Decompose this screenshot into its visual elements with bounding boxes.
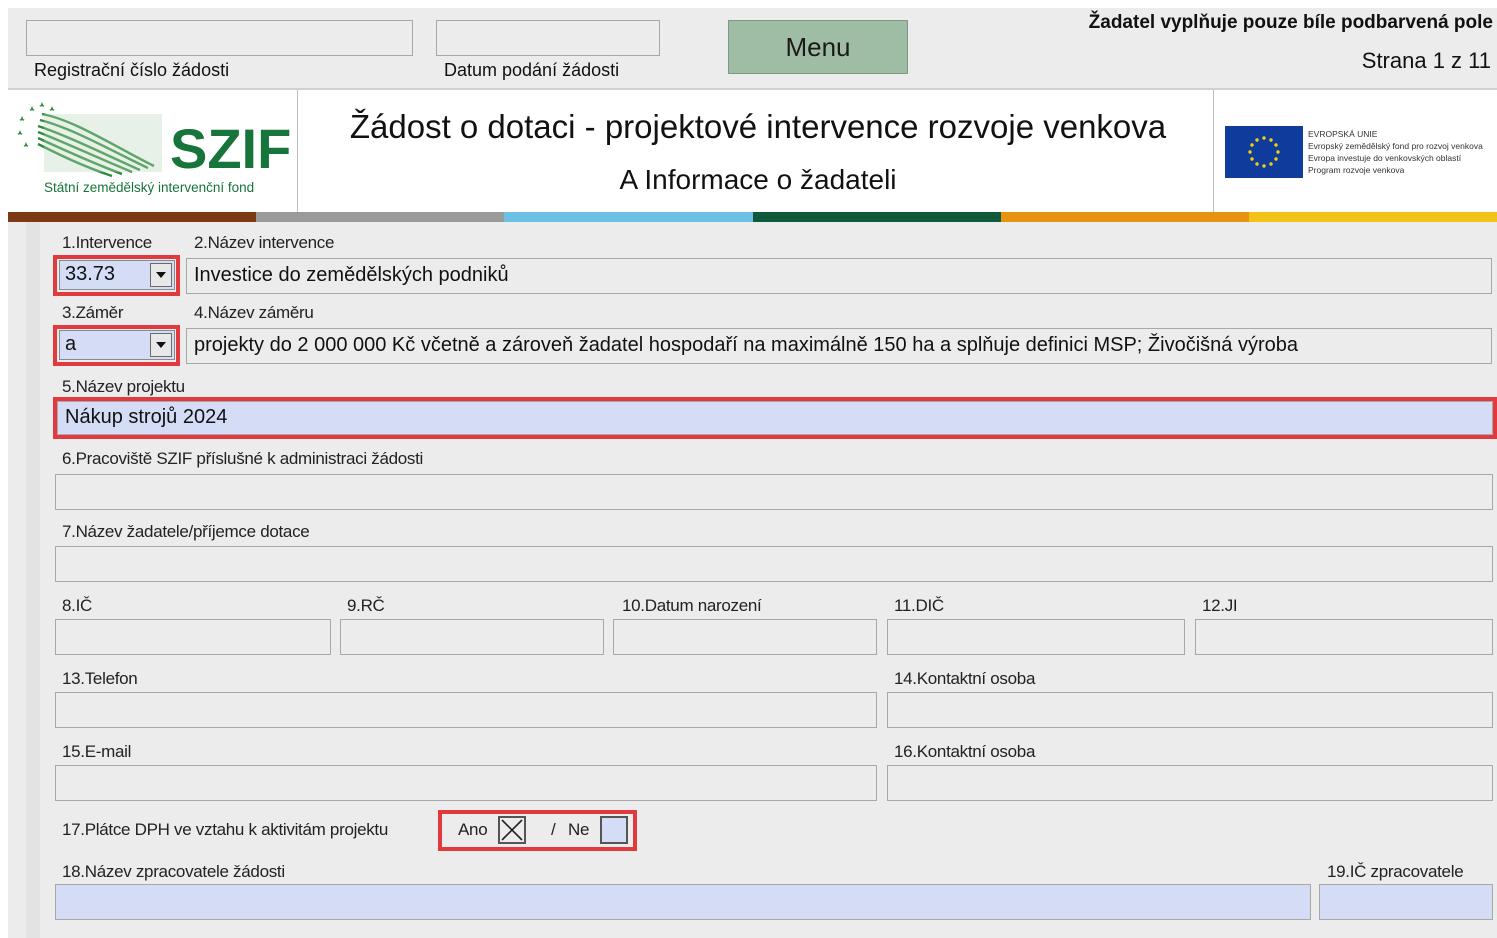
birth-date-label: 10.Datum narození bbox=[622, 596, 762, 615]
processor-name-label: 18.Název zpracovatele žádosti bbox=[62, 862, 285, 881]
intervention-name-label: 2.Název intervence bbox=[194, 233, 335, 252]
rc-label: 9.RČ bbox=[347, 596, 385, 615]
vat-no-label: Ne bbox=[568, 820, 590, 839]
intervention-dropdown[interactable]: 33.73 bbox=[59, 260, 175, 290]
birth-date-field[interactable] bbox=[613, 619, 877, 655]
plan-name-field: projekty do 2 000 000 Kč včetně a zárove… bbox=[186, 328, 1492, 364]
chevron-down-icon[interactable] bbox=[150, 263, 172, 287]
ji-field[interactable] bbox=[1195, 619, 1493, 655]
phone-field[interactable] bbox=[55, 692, 877, 728]
banner-divider bbox=[1213, 90, 1214, 214]
plan-value: a bbox=[65, 333, 77, 355]
check-x-icon bbox=[501, 819, 523, 841]
intervention-name-field: Investice do zemědělských podniků bbox=[186, 258, 1492, 294]
phone-label: 13.Telefon bbox=[62, 669, 138, 688]
fill-instruction-note: Žadatel vyplňuje pouze bíle podbarvená p… bbox=[1088, 12, 1493, 33]
vat-yes-label: Ano bbox=[458, 820, 488, 839]
szif-logo-subtitle: Státní zemědělský intervenční fond bbox=[44, 180, 254, 195]
plan-name-label: 4.Název záměru bbox=[194, 303, 314, 322]
eu-caption: EVROPSKÁ UNIE Evropský zemědělský fond p… bbox=[1308, 129, 1483, 175]
processor-ico-input[interactable] bbox=[1319, 884, 1493, 920]
contact-person-2-field[interactable] bbox=[887, 765, 1493, 801]
form-section-title: A Informace o žadateli bbox=[619, 164, 897, 195]
plan-dropdown[interactable]: a bbox=[59, 330, 175, 360]
contact-person-label: 14.Kontaktní osoba bbox=[894, 669, 1036, 688]
szif-office-label: 6.Pracoviště SZIF příslušné k administra… bbox=[62, 449, 424, 468]
intervention-label: 1.Intervence bbox=[62, 233, 152, 252]
vat-payer-label: 17.Plátce DPH ve vztahu k aktivitám proj… bbox=[62, 820, 389, 839]
dic-label: 11.DIČ bbox=[894, 596, 944, 615]
ico-field[interactable] bbox=[55, 619, 331, 655]
vat-separator: / bbox=[551, 820, 556, 839]
contact-person-field[interactable] bbox=[887, 692, 1493, 728]
ji-label: 12.JI bbox=[1202, 596, 1238, 615]
banner-divider bbox=[297, 90, 298, 214]
intervention-value: 33.73 bbox=[65, 263, 116, 285]
dic-field[interactable] bbox=[887, 619, 1185, 655]
eu-flag-icon bbox=[1225, 126, 1303, 178]
email-label: 15.E-mail bbox=[62, 742, 132, 761]
applicant-name-field[interactable] bbox=[55, 546, 1493, 582]
menu-button[interactable]: Menu bbox=[728, 20, 908, 74]
email-field[interactable] bbox=[55, 765, 877, 801]
chevron-down-icon[interactable] bbox=[150, 333, 172, 357]
szif-logo-text: SZIF bbox=[170, 117, 291, 180]
contact-person-2-label: 16.Kontaktní osoba bbox=[894, 742, 1036, 761]
plan-label: 3.Záměr bbox=[62, 303, 124, 322]
applicant-name-label: 7.Název žadatele/příjemce dotace bbox=[62, 522, 310, 541]
form-banner: SZIF Státní zemědělský intervenční fond … bbox=[8, 88, 1497, 214]
form-title: Žádost o dotaci - projektové intervence … bbox=[349, 108, 1167, 145]
submission-date-label: Datum podání žádosti bbox=[444, 60, 620, 80]
page-indicator: Strana 1 z 11 bbox=[1361, 48, 1491, 73]
szif-logo: SZIF Státní zemědělský intervenční fond bbox=[14, 100, 294, 200]
vat-no-checkbox[interactable] bbox=[600, 816, 628, 844]
ico-label: 8.IČ bbox=[62, 596, 92, 615]
project-name-label: 5.Název projektu bbox=[62, 377, 185, 396]
registration-number-field[interactable] bbox=[26, 20, 413, 56]
processor-ico-label: 19.IČ zpracovatele bbox=[1327, 862, 1464, 881]
szif-office-field[interactable] bbox=[55, 474, 1493, 510]
color-stripe bbox=[8, 212, 1497, 222]
rc-field[interactable] bbox=[340, 619, 604, 655]
left-rail bbox=[26, 222, 40, 938]
vat-yes-checkbox[interactable] bbox=[498, 816, 526, 844]
registration-number-label: Registrační číslo žádosti bbox=[34, 60, 230, 80]
submission-date-field[interactable] bbox=[436, 20, 660, 56]
processor-name-input[interactable] bbox=[55, 884, 1311, 920]
project-name-input[interactable]: Nákup strojů 2024 bbox=[57, 401, 1493, 435]
